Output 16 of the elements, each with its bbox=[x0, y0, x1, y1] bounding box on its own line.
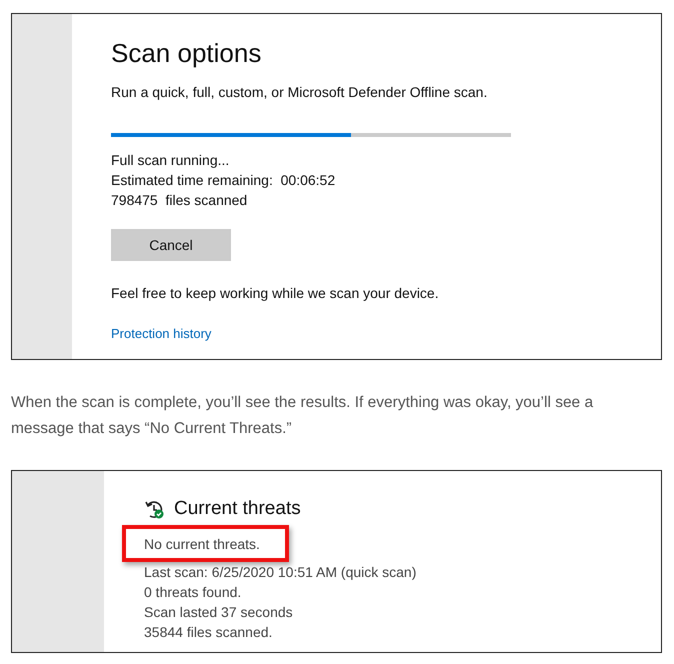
panel-title: Scan options bbox=[111, 37, 262, 70]
scan-detail-text: 35844 files scanned. bbox=[144, 622, 274, 642]
panel-title: Current threats bbox=[174, 497, 301, 521]
scan-detail-text: 0 threats found. bbox=[144, 582, 242, 602]
cancel-button[interactable]: Cancel bbox=[111, 229, 231, 261]
clock-check-icon bbox=[144, 498, 165, 520]
article-paragraph: When the scan is complete, you’ll see the results. If everything was okay, you’ll see a message that says “No Current Threats.” bbox=[11, 393, 594, 439]
scan-detail-text: Scan lasted 37 seconds bbox=[144, 602, 294, 622]
protection-history-link[interactable]: Protection history bbox=[111, 324, 511, 344]
scan-status-text: Estimated time remaining: 00:06:52 bbox=[111, 171, 336, 190]
info-text: Feel free to keep working while we scan your device. bbox=[111, 284, 440, 303]
scan-status-text: 798475 files scanned bbox=[111, 191, 248, 210]
panel-subtitle: Run a quick, full, custom, or Microsoft Defender Offline scan. bbox=[111, 83, 488, 102]
scan-status-text: Full scan running... bbox=[111, 151, 230, 170]
scan-detail-text: Last scan: 6/25/2020 10:51 AM (quick scan) bbox=[144, 562, 416, 582]
threat-status-text: No current threats. bbox=[144, 534, 260, 554]
